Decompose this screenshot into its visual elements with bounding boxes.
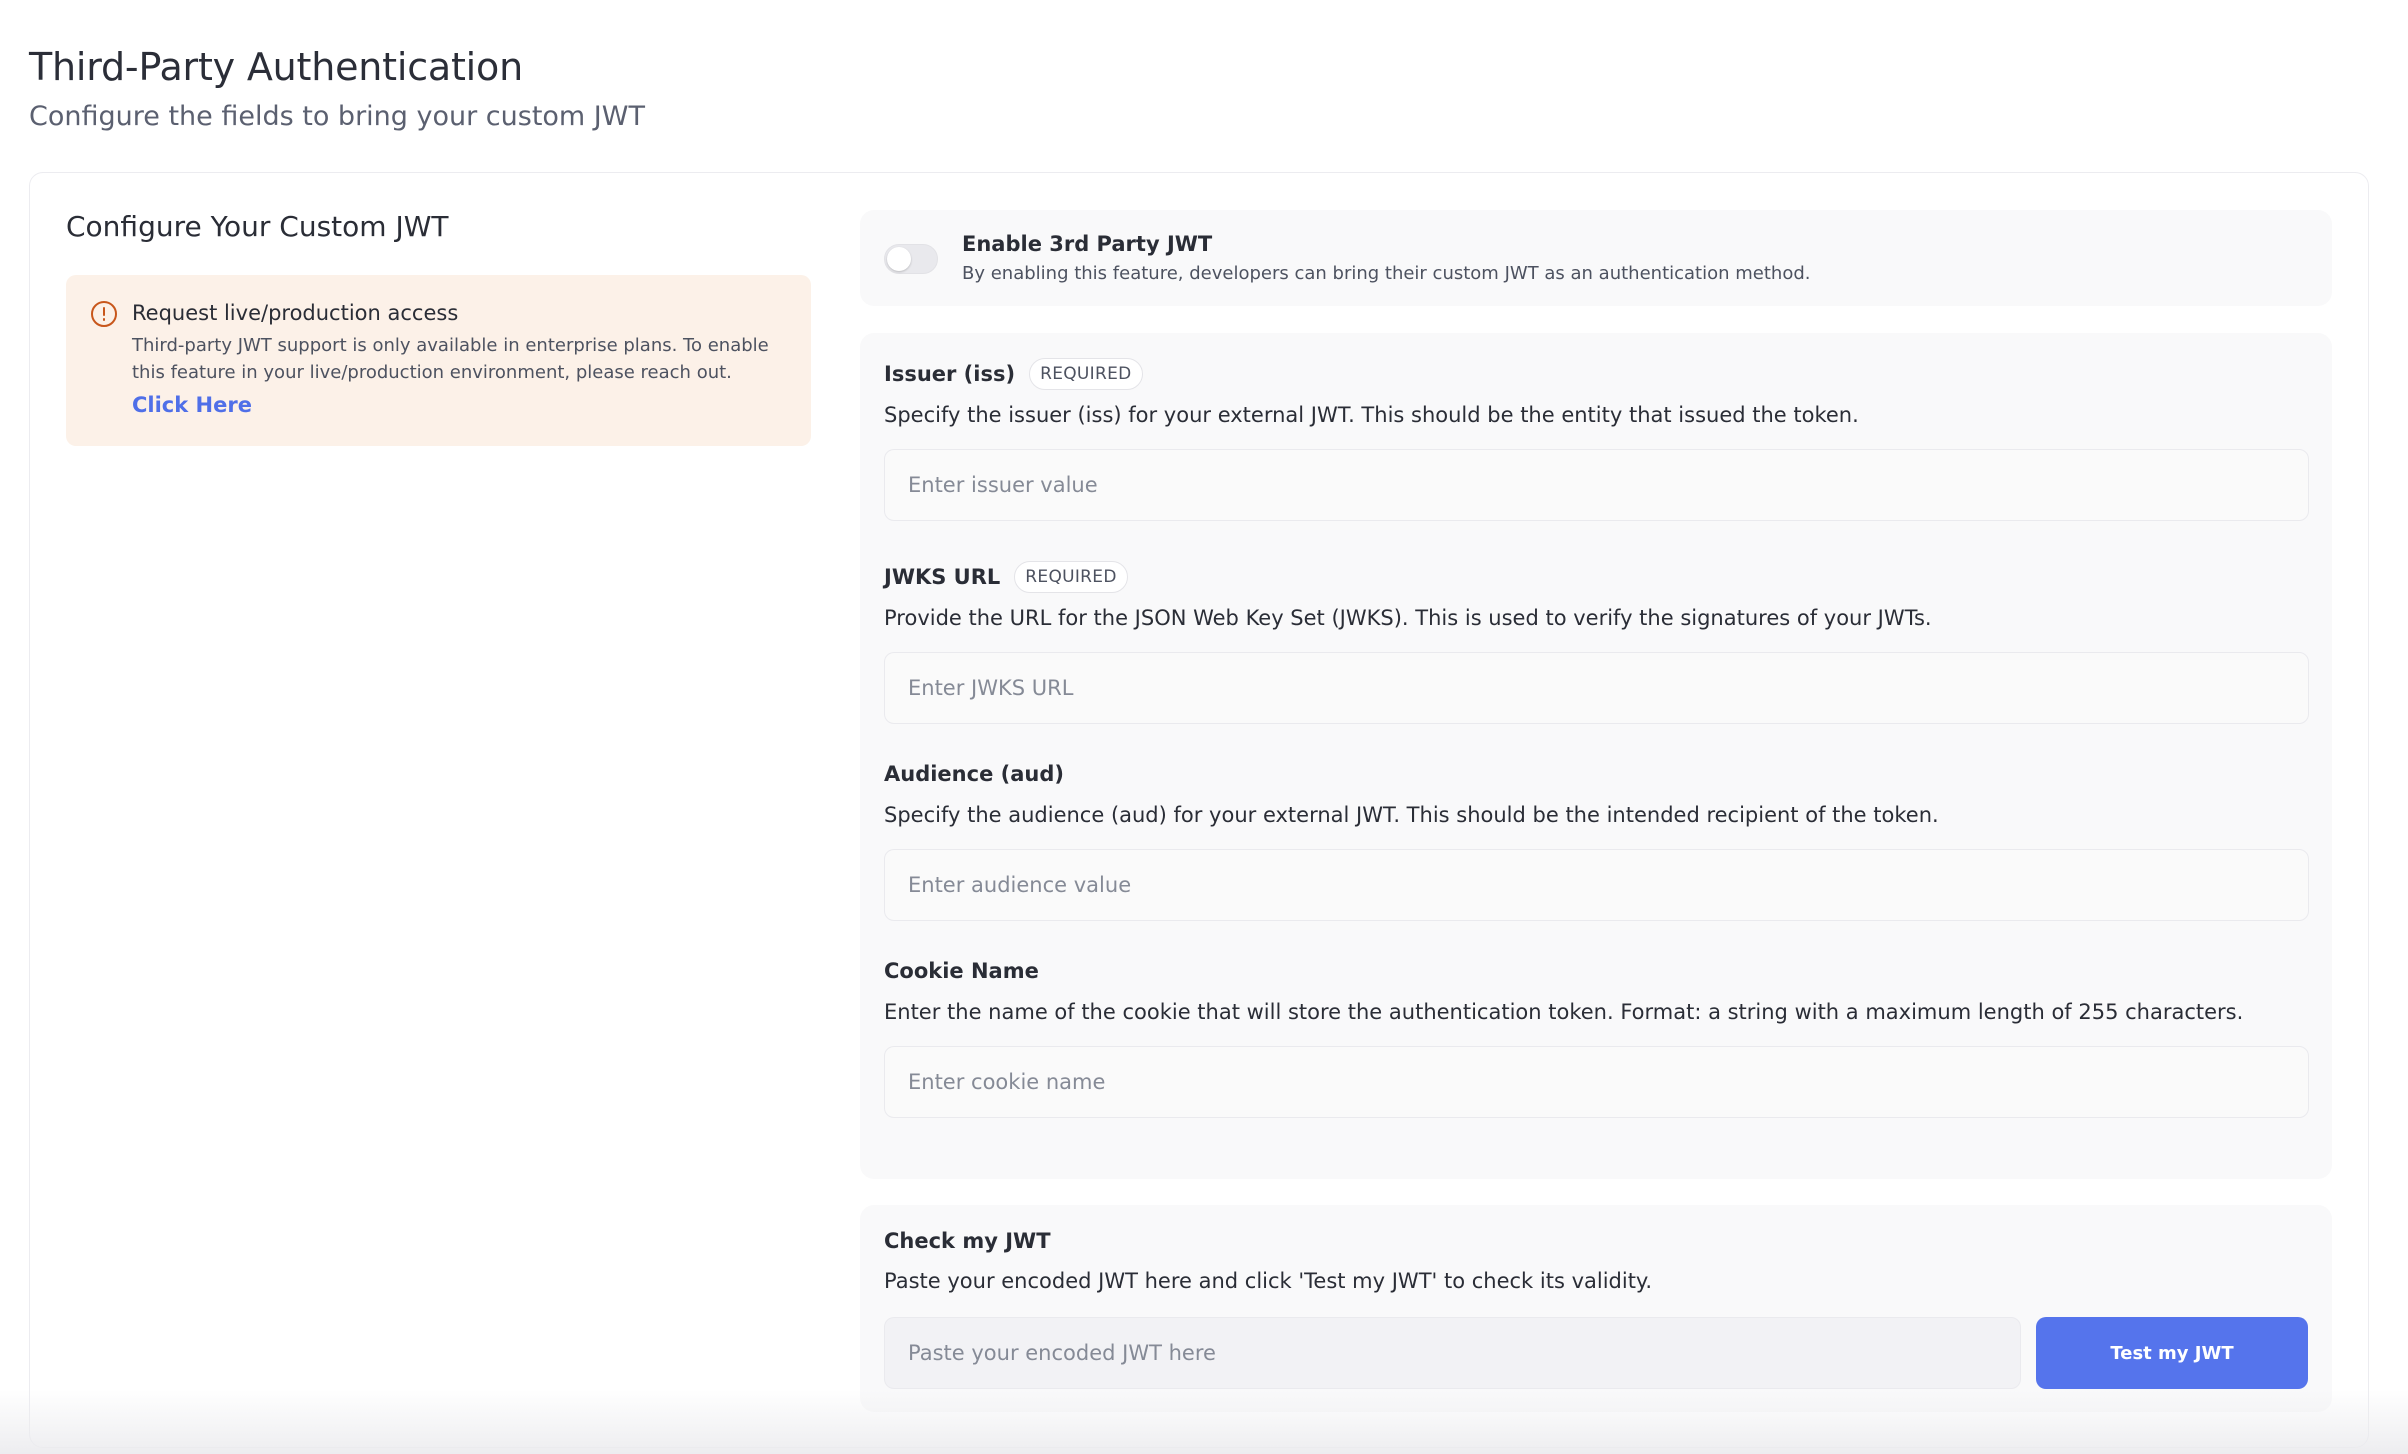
audience-description: Specify the audience (aud) for your exte…	[884, 803, 1939, 827]
field-label-row: Issuer (iss) REQUIRED	[884, 355, 2309, 393]
toggle-description: By enabling this feature, developers can…	[962, 263, 1811, 284]
alert-body: Third-party JWT support is only availabl…	[132, 335, 769, 383]
issuer-field: Issuer (iss) REQUIRED Specify the issuer…	[884, 355, 2309, 521]
enable-jwt-panel: Enable 3rd Party JWT By enabling this fe…	[860, 210, 2332, 306]
alert-circle-icon	[91, 301, 117, 327]
audience-label: Audience (aud)	[884, 762, 1064, 786]
issuer-description: Specify the issuer (iss) for your extern…	[884, 403, 1859, 427]
enable-jwt-toggle[interactable]	[884, 244, 938, 274]
alert-title: Request live/production access	[132, 301, 459, 325]
jwks-url-label: JWKS URL	[884, 565, 1001, 589]
toggle-knob	[887, 247, 911, 271]
cookie-name-label: Cookie Name	[884, 959, 1039, 983]
field-label-row: JWKS URL REQUIRED	[884, 558, 2309, 596]
toggle-title: Enable 3rd Party JWT	[962, 232, 1213, 256]
page: Third-Party Authentication Configure the…	[0, 0, 2408, 1454]
jwks-url-description: Provide the URL for the JSON Web Key Set…	[884, 606, 1932, 630]
cookie-name-input[interactable]	[884, 1046, 2309, 1118]
check-jwt-panel: Check my JWT Paste your encoded JWT here…	[860, 1205, 2332, 1412]
cookie-name-field: Cookie Name Enter the name of the cookie…	[884, 952, 2309, 1118]
audience-field: Audience (aud) Specify the audience (aud…	[884, 755, 2309, 921]
required-badge: REQUIRED	[1029, 358, 1143, 390]
jwks-url-field: JWKS URL REQUIRED Provide the URL for th…	[884, 558, 2309, 724]
audience-input[interactable]	[884, 849, 2309, 921]
test-my-jwt-button[interactable]: Test my JWT	[2036, 1317, 2308, 1389]
field-label-row: Cookie Name	[884, 952, 2309, 990]
click-here-link[interactable]: Click Here	[132, 393, 252, 417]
check-jwt-title: Check my JWT	[884, 1229, 1051, 1253]
page-title: Third-Party Authentication	[29, 45, 523, 89]
issuer-input[interactable]	[884, 449, 2309, 521]
page-subtitle: Configure the fields to bring your custo…	[29, 101, 645, 132]
bottom-fade	[0, 1390, 2408, 1454]
production-access-alert: Request live/production access Third-par…	[66, 275, 811, 446]
cookie-name-description: Enter the name of the cookie that will s…	[884, 1000, 2244, 1024]
check-jwt-description: Paste your encoded JWT here and click 'T…	[884, 1269, 1653, 1293]
jwt-fields-panel: Issuer (iss) REQUIRED Specify the issuer…	[860, 333, 2332, 1179]
field-label-row: Audience (aud)	[884, 755, 2309, 793]
issuer-label: Issuer (iss)	[884, 362, 1016, 386]
section-title: Configure Your Custom JWT	[66, 210, 449, 243]
jwks-url-input[interactable]	[884, 652, 2309, 724]
required-badge: REQUIRED	[1014, 561, 1128, 593]
encoded-jwt-input[interactable]	[884, 1317, 2021, 1389]
